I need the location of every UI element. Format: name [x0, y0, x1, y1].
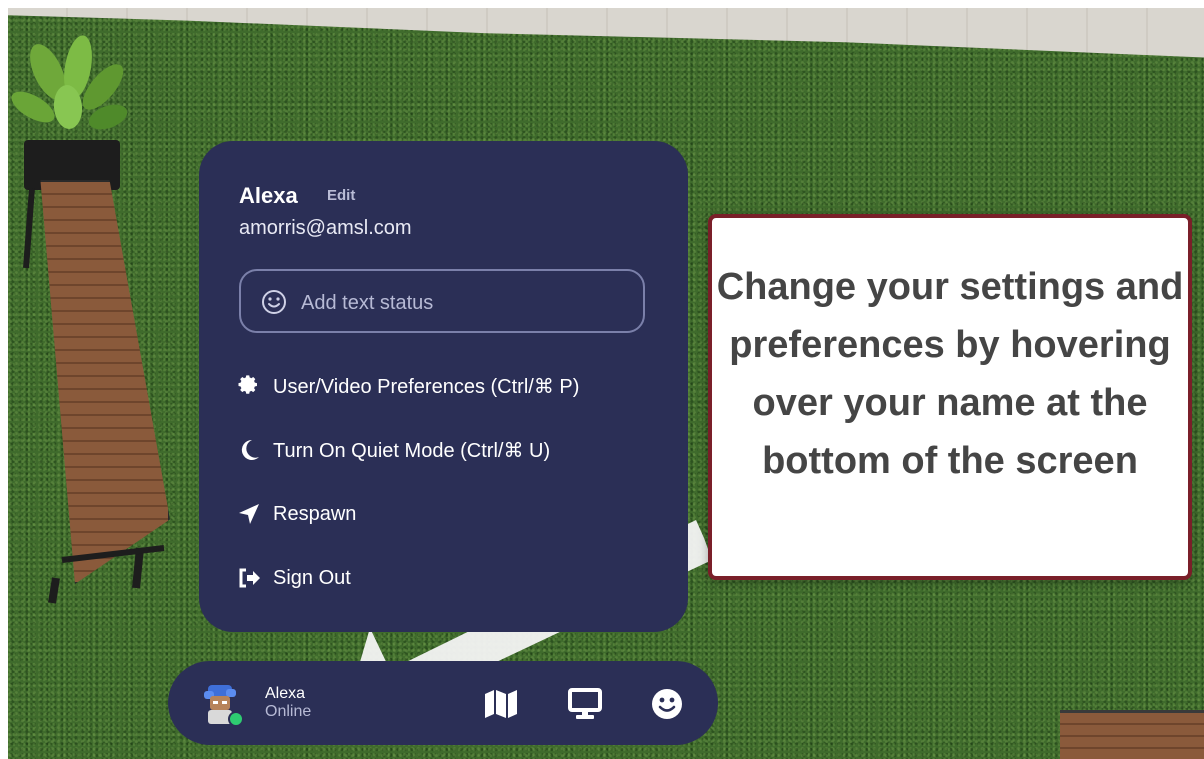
- menu-item-label: Respawn: [273, 502, 357, 525]
- profile-menu: Alexa Edit amorris@amsl.com User/Video P…: [199, 141, 688, 632]
- user-name: Alexa: [239, 183, 298, 208]
- edit-name-link[interactable]: Edit: [327, 187, 355, 204]
- screen-share-icon: [568, 688, 602, 719]
- menu-item-label: Turn On Quiet Mode (Ctrl/⌘ U): [273, 439, 551, 462]
- bar-user-status: Online: [265, 703, 312, 720]
- menu-item-sign-out[interactable]: Sign Out: [237, 561, 351, 595]
- user-email: amorris@amsl.com: [239, 217, 412, 239]
- location-arrow-icon: [239, 504, 259, 524]
- emoji-button[interactable]: [650, 687, 684, 721]
- status-input[interactable]: [299, 285, 633, 321]
- moon-icon: [241, 439, 259, 460]
- callout-text: Change your settings and preferences by …: [716, 266, 1184, 482]
- menu-item-quiet-mode[interactable]: Turn On Quiet Mode (Ctrl/⌘ U): [237, 433, 550, 467]
- bar-user-name[interactable]: Alexa: [265, 685, 305, 703]
- map-icon: [485, 690, 517, 718]
- menu-item-respawn[interactable]: Respawn: [237, 497, 356, 531]
- screen-share-button[interactable]: [568, 687, 602, 721]
- menu-item-label: Sign Out: [273, 566, 351, 589]
- gear-icon: [238, 375, 257, 394]
- sign-out-icon: [239, 568, 260, 588]
- online-status-dot: [228, 711, 244, 727]
- bottom-bar: Alexa Online: [168, 661, 718, 745]
- emoji-icon: [652, 689, 682, 719]
- menu-item-preferences[interactable]: User/Video Preferences (Ctrl/⌘ P): [237, 369, 579, 403]
- text-status-field[interactable]: [239, 269, 645, 333]
- menu-item-label: User/Video Preferences (Ctrl/⌘ P): [273, 375, 580, 398]
- smiley-icon: [262, 290, 286, 314]
- map-button[interactable]: [484, 687, 518, 721]
- tutorial-callout: Change your settings and preferences by …: [708, 214, 1192, 580]
